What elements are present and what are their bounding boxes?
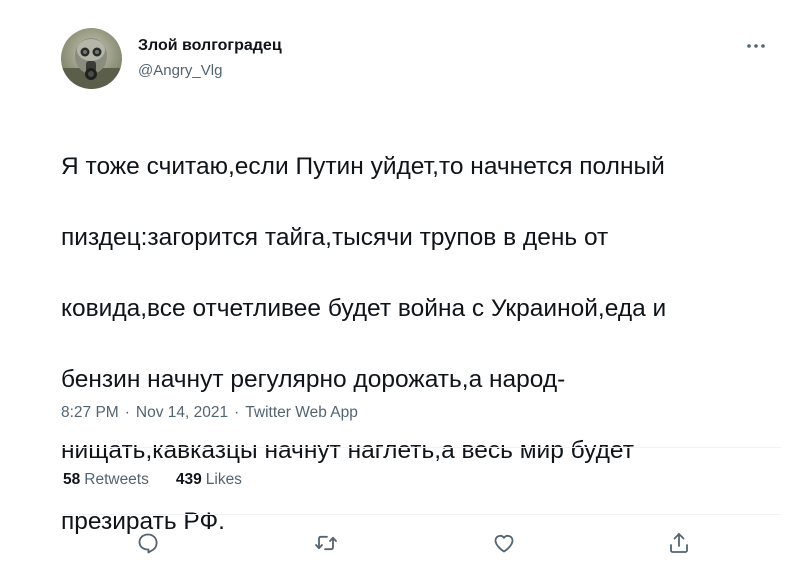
user-handle[interactable]: @Angry_Vlg xyxy=(138,62,222,79)
reply-button[interactable] xyxy=(133,528,163,558)
retweet-button[interactable] xyxy=(311,528,341,558)
likes-stat[interactable]: 439 Likes xyxy=(176,471,242,489)
tweet-date[interactable]: Nov 14, 2021 xyxy=(136,404,228,421)
tweet-time[interactable]: 8:27 PM xyxy=(61,404,119,421)
retweets-count: 58 xyxy=(63,471,81,488)
tweet-card: Злой волгоградец @Angry_Vlg Я тоже счита… xyxy=(0,0,811,577)
likes-count: 439 xyxy=(175,471,202,488)
like-button[interactable] xyxy=(489,528,519,558)
separator: · xyxy=(234,404,240,421)
retweets-stat[interactable]: 58 Retweets xyxy=(63,471,149,489)
gas-mask-avatar-icon xyxy=(61,28,122,89)
share-icon xyxy=(670,533,688,553)
share-button[interactable] xyxy=(664,528,694,558)
tweet-stats: 58 Retweets 439 Likes xyxy=(63,471,242,489)
tweet-text-line: пиздец:загорится тайга,тысячи трупов в д… xyxy=(61,223,609,251)
reply-icon xyxy=(138,533,158,554)
tweet-text-line: ковида,все отчетливее будет война с Укра… xyxy=(61,294,667,322)
divider xyxy=(61,447,781,448)
likes-label: Likes xyxy=(205,471,242,488)
retweets-label: Retweets xyxy=(84,471,149,488)
tweet-text-line: бензин начнут регулярно дорожать,а народ… xyxy=(61,365,566,393)
divider xyxy=(61,514,781,515)
separator: · xyxy=(124,404,130,421)
more-dots-icon xyxy=(747,44,765,48)
tweet-source[interactable]: Twitter Web App xyxy=(245,404,358,421)
like-icon xyxy=(494,535,514,553)
tweet-text-line: Я тоже считаю,если Путин уйдет,то начнет… xyxy=(61,152,665,180)
more-options-button[interactable] xyxy=(742,34,770,58)
tweet-text-line: нищать,кавказцы начнут наглеть,а весь ми… xyxy=(61,436,634,464)
tweet-metadata: 8:27 PM · Nov 14, 2021 · Twitter Web App xyxy=(61,404,358,422)
tweet-text: Я тоже считаю,если Путин уйдет,то начнет… xyxy=(61,113,781,575)
display-name[interactable]: Злой волгоградец xyxy=(138,37,282,55)
retweet-icon xyxy=(315,535,337,551)
avatar[interactable] xyxy=(61,28,122,89)
